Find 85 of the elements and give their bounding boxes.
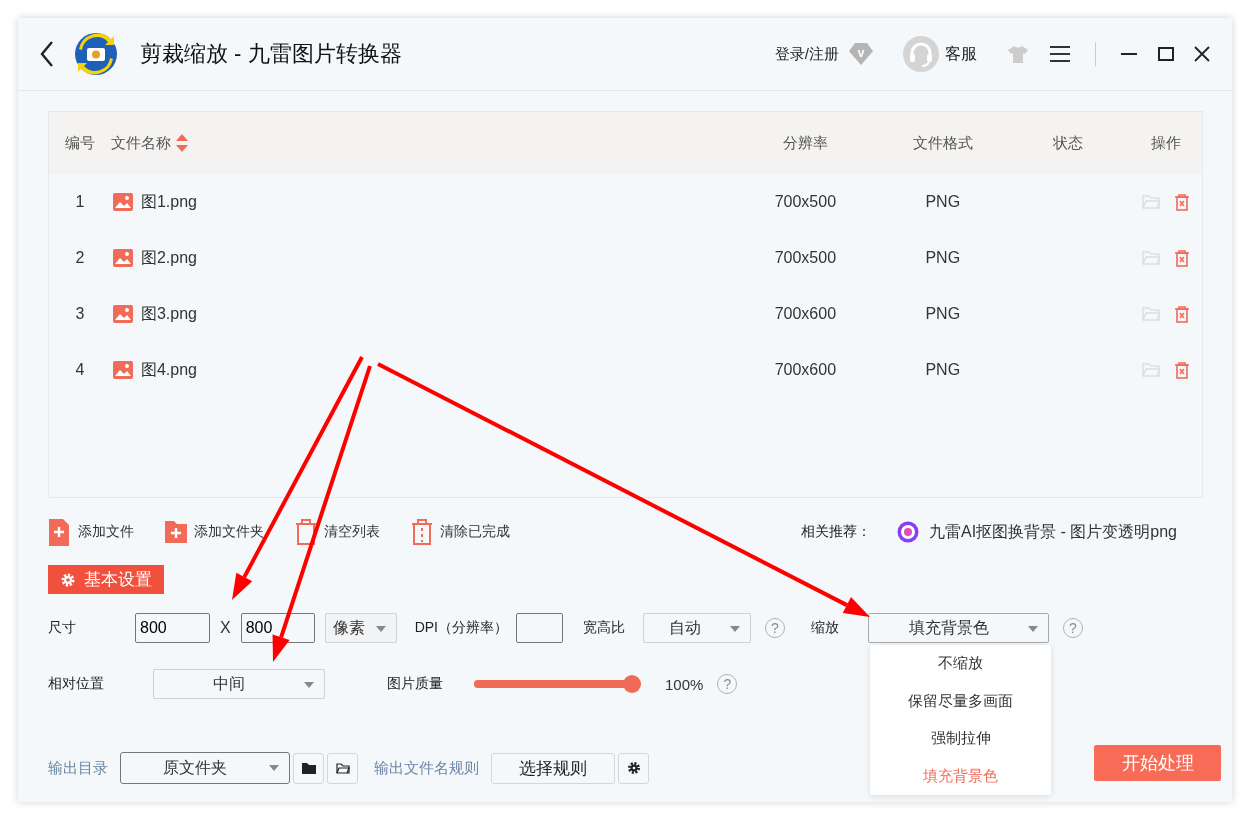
column-header: 分辨率 bbox=[782, 133, 828, 153]
menu-item[interactable]: 强制拉伸 bbox=[870, 720, 1051, 758]
rule-settings-button[interactable] bbox=[618, 752, 649, 784]
trash-icon bbox=[410, 518, 434, 546]
window-title: 剪裁缩放 - 九雷图片转换器 bbox=[140, 40, 402, 68]
folder-icon bbox=[301, 762, 316, 774]
column-header: 状态 bbox=[1052, 133, 1083, 153]
add-folder-icon bbox=[164, 518, 188, 546]
settings-tab[interactable]: 基本设置 bbox=[48, 565, 164, 594]
image-file-icon bbox=[112, 305, 133, 323]
scale-label: 缩放 bbox=[811, 619, 839, 637]
table-cell: 3 bbox=[75, 305, 85, 323]
image-file-icon bbox=[112, 193, 133, 211]
delete-icon[interactable] bbox=[1174, 305, 1191, 323]
table-cell-text: 图3.png bbox=[140, 303, 197, 324]
table-cell: 700x600 bbox=[774, 361, 837, 379]
close-icon[interactable] bbox=[1194, 46, 1210, 62]
column-header: 编号 bbox=[64, 133, 95, 153]
choose-rule-button[interactable]: 选择规则 bbox=[491, 752, 615, 784]
toolbar-button[interactable]: 清除已完成 bbox=[410, 518, 510, 546]
table-cell: 1 bbox=[75, 193, 85, 211]
table-cell: PNG bbox=[925, 305, 961, 323]
table-cell: PNG bbox=[925, 249, 961, 267]
delete-icon[interactable] bbox=[1174, 249, 1191, 267]
sort-icon[interactable] bbox=[174, 133, 189, 153]
caret-icon bbox=[375, 626, 386, 632]
table-cell: 700x500 bbox=[774, 249, 837, 267]
service-link[interactable]: 客服 bbox=[945, 43, 977, 65]
folder-button[interactable] bbox=[293, 752, 324, 784]
t-shirt-icon[interactable] bbox=[1007, 45, 1029, 63]
caret-icon bbox=[269, 765, 279, 771]
column-header: 文件格式 bbox=[912, 133, 973, 153]
position-label: 相对位置 bbox=[48, 675, 105, 693]
quality-label: 图片质量 bbox=[387, 675, 443, 693]
dpi-field[interactable] bbox=[516, 613, 563, 643]
toolbar-button[interactable]: 添加文件 bbox=[48, 518, 134, 546]
delete-icon[interactable] bbox=[1174, 361, 1191, 379]
recommend-label: 相关推荐： bbox=[800, 523, 871, 541]
caret-icon bbox=[730, 626, 740, 632]
app-logo-icon bbox=[74, 32, 118, 76]
position-dropdown[interactable]: 中间 bbox=[153, 669, 325, 699]
gear-icon bbox=[626, 761, 641, 775]
quality-value: 100% bbox=[665, 675, 704, 693]
menu-item[interactable]: 不缩放 bbox=[870, 645, 1051, 683]
column-header: 文件名称 bbox=[110, 133, 171, 153]
output-folder-label: 输出目录 bbox=[48, 758, 108, 778]
dpi-label: DPI（分辨率） bbox=[414, 619, 508, 637]
width-field[interactable]: 800 bbox=[135, 613, 210, 643]
caret-icon bbox=[1028, 626, 1038, 632]
aspect-ratio-label: 宽高比 bbox=[583, 619, 625, 637]
recommend-link[interactable]: 九雷AI抠图换背景 - 图片变透明png bbox=[896, 521, 1177, 543]
table-cell: 2 bbox=[75, 249, 85, 267]
login-link[interactable]: 登录/注册 bbox=[774, 44, 839, 64]
menu-icon[interactable] bbox=[1049, 45, 1071, 63]
table-cell-text: 图1.png bbox=[140, 191, 197, 212]
gear-icon bbox=[60, 571, 76, 588]
image-file-icon bbox=[112, 361, 133, 379]
back-icon[interactable] bbox=[40, 40, 54, 68]
output-folder-dropdown[interactable]: 原文件夹 bbox=[120, 752, 290, 784]
table-cell-text: 图2.png bbox=[140, 247, 197, 268]
maximize-icon[interactable] bbox=[1158, 47, 1174, 61]
toolbar-button[interactable]: 清空列表 bbox=[294, 518, 380, 546]
aspect-ratio-dropdown[interactable]: 自动 bbox=[643, 613, 751, 643]
image-file-icon bbox=[112, 249, 133, 267]
height-field[interactable]: 800 bbox=[240, 613, 315, 643]
headset-icon[interactable] bbox=[903, 36, 939, 72]
delete-icon[interactable] bbox=[1174, 193, 1191, 211]
table-cell: PNG bbox=[925, 193, 961, 211]
menu-item[interactable]: 保留尽量多画面 bbox=[870, 682, 1051, 720]
column-header: 操作 bbox=[1151, 133, 1182, 153]
table-cell: 4 bbox=[75, 361, 85, 379]
add-file-icon bbox=[48, 518, 72, 546]
trash-icon bbox=[294, 518, 318, 546]
table-cell-text: 图4.png bbox=[140, 359, 197, 380]
table-cell: 700x500 bbox=[774, 193, 837, 211]
table-cell: 700x600 bbox=[774, 305, 837, 323]
folder-icon bbox=[335, 762, 350, 774]
size-label: 尺寸 bbox=[48, 619, 77, 637]
times-sign: X bbox=[220, 619, 231, 637]
toolbar-button[interactable]: 添加文件夹 bbox=[164, 518, 264, 546]
app-badge-icon bbox=[896, 521, 919, 543]
open-folder-button[interactable] bbox=[327, 752, 358, 784]
file-name-rule-label: 输出文件名规则 bbox=[374, 758, 479, 778]
table-cell: PNG bbox=[925, 361, 961, 379]
caret-icon bbox=[304, 682, 314, 688]
